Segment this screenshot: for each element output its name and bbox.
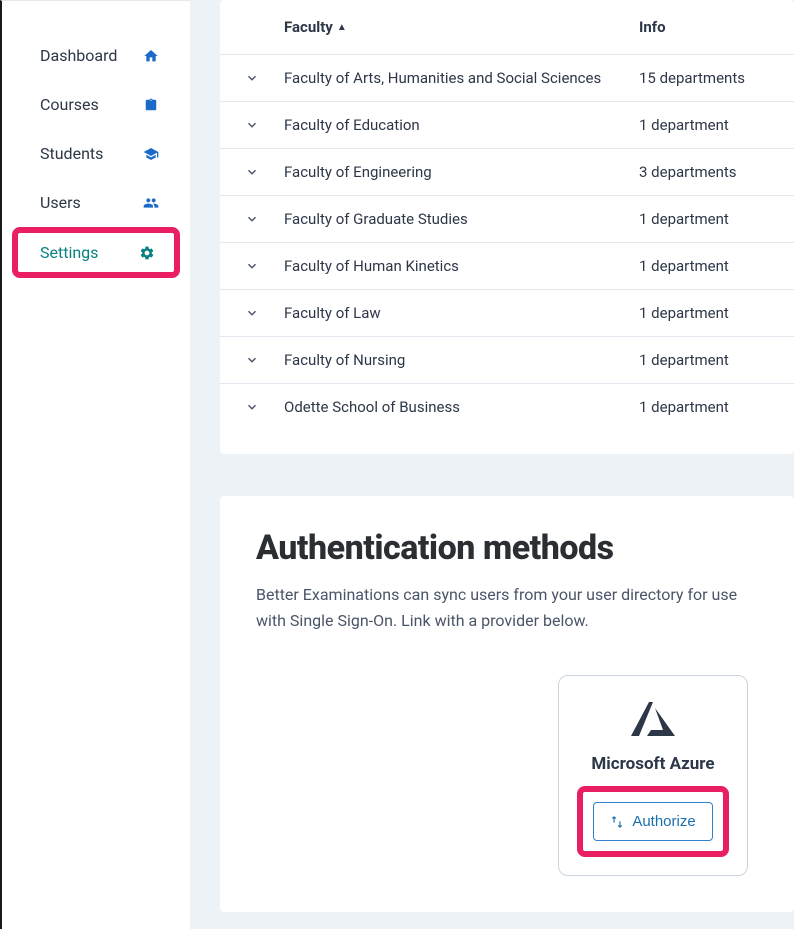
sort-asc-icon: ▲ [337,22,347,33]
info-column-header[interactable]: Info [639,18,666,36]
faculty-info-cell: 1 department [639,351,729,369]
expand-toggle[interactable] [220,118,284,132]
authentication-methods-card: Authentication methods Better Examinatio… [220,496,794,912]
faculty-name-cell: Faculty of Engineering [284,163,639,181]
authorize-button[interactable]: Authorize [593,802,712,841]
faculty-header-label: Faculty [284,18,333,36]
faculty-info-cell: 15 departments [639,69,745,87]
sidebar-item-label: Students [40,144,142,163]
faculty-name-cell: Faculty of Nursing [284,351,639,369]
gear-icon [138,245,156,261]
main-content: Faculty ▲ Info Faculty of Arts, Humaniti… [190,0,794,929]
chevron-down-icon [245,353,259,367]
sidebar-item-students[interactable]: Students [2,129,190,178]
table-row[interactable]: Faculty of Human Kinetics 1 department [220,242,794,289]
sidebar-item-label: Settings [40,243,138,262]
sidebar-item-label: Users [40,193,142,212]
table-row[interactable]: Faculty of Education 1 department [220,101,794,148]
faculty-name-cell: Odette School of Business [284,398,639,416]
chevron-down-icon [245,212,259,226]
chevron-down-icon [245,165,259,179]
faculty-name-cell: Faculty of Human Kinetics [284,257,639,275]
sidebar-item-label: Courses [40,95,142,114]
faculty-info-cell: 1 department [639,398,729,416]
info-header-label: Info [639,18,666,36]
authorize-label: Authorize [632,813,695,830]
faculty-name-cell: Faculty of Arts, Humanities and Social S… [284,69,639,87]
sidebar-item-label: Dashboard [40,46,142,65]
chevron-down-icon [245,306,259,320]
authorize-highlight: Authorize [577,786,728,857]
table-row[interactable]: Faculty of Engineering 3 departments [220,148,794,195]
faculty-info-cell: 1 department [639,304,729,322]
faculty-info-cell: 1 department [639,116,729,134]
sidebar-item-courses[interactable]: Courses [2,80,190,129]
chevron-down-icon [245,259,259,273]
expand-toggle[interactable] [220,306,284,320]
table-row[interactable]: Odette School of Business 1 department [220,383,794,430]
azure-icon [571,700,735,740]
faculty-table-header: Faculty ▲ Info [220,0,794,54]
faculty-name-cell: Faculty of Graduate Studies [284,210,639,228]
sidebar-item-dashboard[interactable]: Dashboard [2,31,190,80]
sync-icon [610,815,624,829]
users-icon [142,195,160,211]
home-icon [142,48,160,64]
table-row[interactable]: Faculty of Law 1 department [220,289,794,336]
faculty-column-header[interactable]: Faculty ▲ [284,18,639,36]
faculty-name-cell: Faculty of Law [284,304,639,322]
expand-toggle[interactable] [220,71,284,85]
chevron-down-icon [245,71,259,85]
auth-title: Authentication methods [256,528,758,568]
auth-provider-azure: Microsoft Azure Authorize [558,675,748,876]
faculty-name-cell: Faculty of Education [284,116,639,134]
sidebar-item-settings[interactable]: Settings [12,227,180,278]
table-row[interactable]: Faculty of Arts, Humanities and Social S… [220,54,794,101]
faculty-table-card: Faculty ▲ Info Faculty of Arts, Humaniti… [220,0,794,454]
expand-toggle[interactable] [220,212,284,226]
sidebar: Dashboard Courses Students Users [0,0,190,929]
expand-toggle[interactable] [220,353,284,367]
chevron-down-icon [245,400,259,414]
auth-description: Better Examinations can sync users from … [256,582,758,633]
expand-toggle[interactable] [220,165,284,179]
faculty-info-cell: 3 departments [639,163,737,181]
table-row[interactable]: Faculty of Nursing 1 department [220,336,794,383]
faculty-info-cell: 1 department [639,257,729,275]
chevron-down-icon [245,118,259,132]
table-row[interactable]: Faculty of Graduate Studies 1 department [220,195,794,242]
faculty-info-cell: 1 department [639,210,729,228]
sidebar-item-users[interactable]: Users [2,178,190,227]
expand-toggle[interactable] [220,400,284,414]
student-icon [142,146,160,162]
clipboard-icon [142,97,160,113]
expand-toggle[interactable] [220,259,284,273]
provider-name: Microsoft Azure [571,754,735,774]
